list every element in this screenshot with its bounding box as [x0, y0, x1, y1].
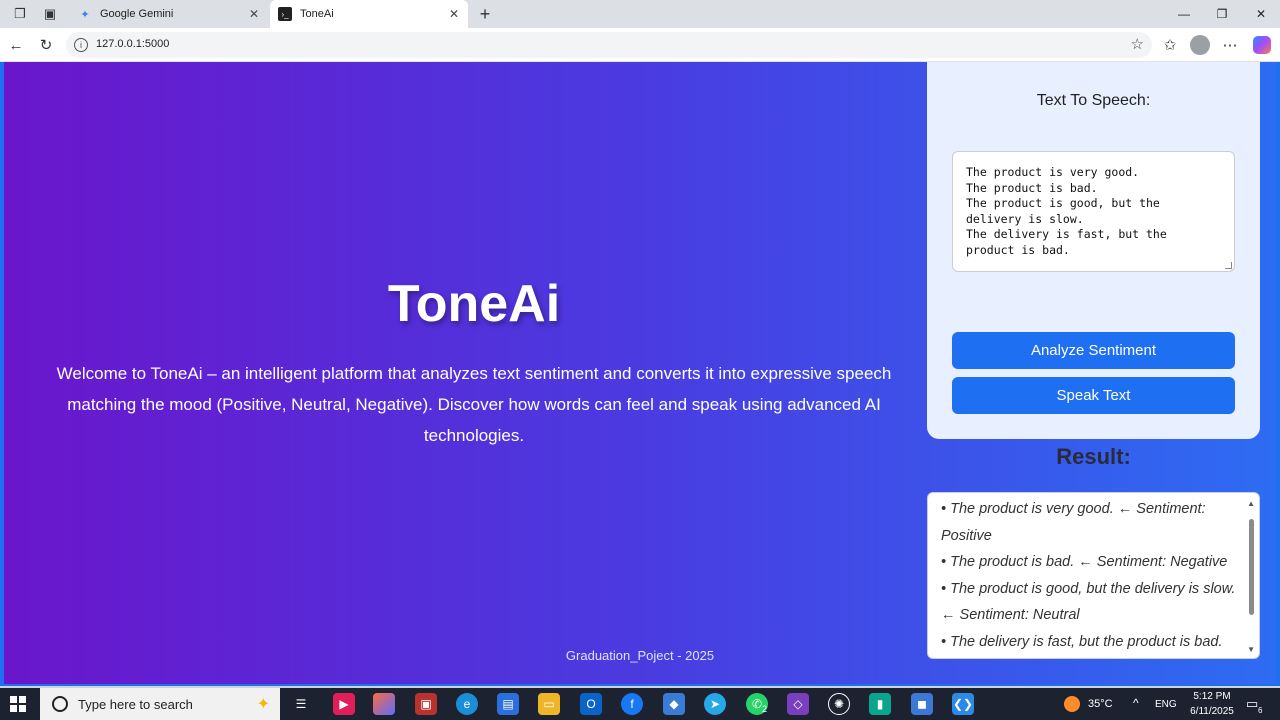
text-to-speech-panel: Text To Speech: The product is very good… [927, 62, 1260, 439]
taskbar: Type here to search ✦ ☰ ▶ ▣ e ▤ ▭ O f ◆ … [0, 688, 1280, 720]
app-icon-colorful[interactable] [373, 693, 395, 715]
result-list: • The product is very good. ← Sentiment:… [941, 496, 1239, 655]
scroll-down-arrow[interactable]: ▼ [1247, 645, 1255, 654]
pycharm-icon[interactable]: ▮ [869, 693, 891, 715]
outlook-icon[interactable]: O [580, 693, 602, 715]
app-icon-media[interactable]: ▣ [415, 693, 437, 715]
result-box: • The product is very good. ← Sentiment:… [927, 492, 1260, 659]
tab-toneai[interactable]: ›_ ToneAi ✕ [270, 0, 468, 28]
gemini-icon: ✦ [80, 8, 90, 21]
visual-studio-icon[interactable]: ◇ [787, 693, 809, 715]
start-button[interactable] [10, 696, 26, 712]
profile-avatar[interactable] [1190, 35, 1210, 55]
search-icon [52, 696, 68, 712]
telegram-icon[interactable]: ➤ [704, 693, 726, 715]
weather-icon[interactable] [1064, 696, 1080, 712]
scrollbar-thumb[interactable] [1249, 519, 1254, 615]
workspaces-icon[interactable]: ❐ [11, 5, 29, 23]
copilot-icon[interactable] [1253, 36, 1271, 54]
notification-count: 6 [1258, 706, 1263, 715]
tab-google-gemini[interactable]: ✦ Google Gemini ✕ [70, 0, 268, 28]
result-item: • The product is bad. ← Sentiment: Negat… [941, 554, 1228, 570]
maximize-button[interactable]: ❐ [1203, 0, 1241, 28]
close-tab-icon[interactable]: ✕ [246, 6, 262, 22]
search-placeholder: Type here to search [78, 696, 193, 712]
notifications-icon[interactable]: ▭ [1246, 696, 1258, 712]
hero-description: Welcome to ToneAi – an intelligent platf… [56, 364, 892, 445]
hero-title: ToneAi [387, 275, 561, 333]
edge-browser-icon[interactable]: e [447, 688, 487, 720]
resize-handle[interactable] [1225, 262, 1232, 269]
text-input-area[interactable]: The product is very good. The product is… [952, 151, 1235, 272]
browser-tab-strip: ❐ ▣ ✦ Google Gemini ✕ ›_ ToneAi ✕ + — ❐ … [0, 0, 1280, 28]
address-bar[interactable]: i 127.0.0.1:5000 ☆ [66, 32, 1152, 58]
taskbar-search[interactable]: Type here to search ✦ [40, 688, 280, 720]
app-icon-red[interactable]: ▶ [333, 693, 355, 715]
tab-title: Google Gemini [100, 8, 174, 20]
favorites-icon[interactable]: ✩ [1160, 35, 1180, 55]
app-icon-dev[interactable]: ◆ [663, 693, 685, 715]
temperature[interactable]: 35°C [1088, 698, 1113, 710]
info-icon[interactable]: i [74, 38, 88, 52]
facebook-icon[interactable]: f [621, 693, 643, 715]
task-view-icon[interactable]: ☰ [290, 693, 312, 715]
back-button[interactable]: ← [6, 35, 26, 55]
more-options-icon[interactable]: ⋯ [1220, 35, 1240, 55]
favorite-star-icon[interactable]: ☆ [1131, 35, 1144, 53]
chatgpt-icon[interactable]: ✺ [828, 693, 850, 715]
result-title: Result: [1056, 444, 1131, 469]
copilot-sparkle-icon: ✦ [256, 696, 270, 713]
minimize-button[interactable]: — [1165, 0, 1203, 28]
refresh-button[interactable]: ↻ [36, 35, 56, 55]
close-tab-icon[interactable]: ✕ [446, 6, 462, 22]
whatsapp-badge: 2 [762, 704, 768, 714]
url-text[interactable]: 127.0.0.1:5000 [96, 38, 169, 50]
store-icon[interactable]: ▤ [497, 693, 519, 715]
language-indicator[interactable]: ENG [1155, 699, 1177, 710]
result-item: • The delivery is fast, but the product … [941, 633, 1223, 650]
new-tab-button[interactable]: + [475, 4, 495, 24]
panel-title: Text To Speech: [1036, 92, 1151, 109]
page-viewport: ToneAi Welcome to ToneAi – an intelligen… [0, 62, 1280, 686]
analyze-sentiment-button[interactable]: Analyze Sentiment [952, 332, 1235, 369]
result-item: • The product is good, but the delivery … [941, 580, 1236, 624]
file-explorer-icon[interactable]: ▭ [538, 693, 560, 715]
tab-actions-icon[interactable]: ▣ [41, 5, 59, 23]
tray-expand-icon[interactable]: ^ [1133, 696, 1139, 710]
browser-toolbar: ← ↻ i 127.0.0.1:5000 ☆ ✩ ⋯ [0, 28, 1280, 62]
app-icon-box[interactable]: ◼ [911, 693, 933, 715]
close-window-button[interactable]: ✕ [1242, 0, 1280, 28]
result-item: • The product is very good. ← Sentiment:… [941, 501, 1206, 544]
speak-text-button[interactable]: Speak Text [952, 377, 1235, 414]
clock-date[interactable]: 6/11/2025 [1186, 706, 1238, 717]
terminal-icon: ›_ [278, 7, 292, 21]
clock-time[interactable]: 5:12 PM [1190, 691, 1234, 702]
vscode-icon[interactable]: ❮❯ [943, 688, 983, 720]
scroll-up-arrow[interactable]: ▲ [1247, 499, 1255, 508]
tab-title: ToneAi [300, 8, 334, 20]
